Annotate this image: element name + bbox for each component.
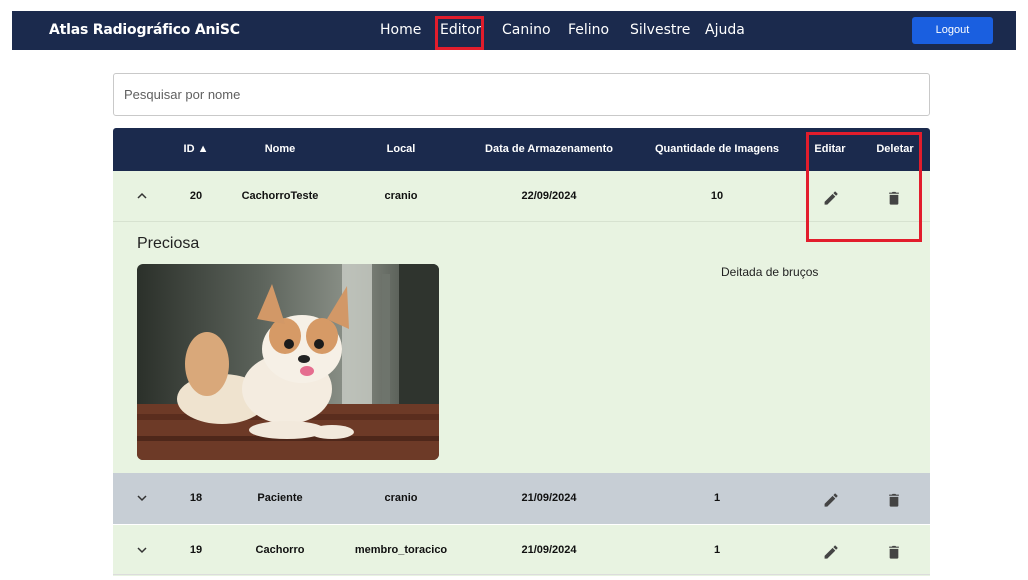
cell-data: 22/09/2024 [521,190,577,202]
cell-local: cranio [384,190,418,202]
cell-quantidade: 1 [713,492,721,504]
cell-data: 21/09/2024 [521,544,577,556]
table-row: 19 Cachorro membro_toracico 21/09/2024 1 [113,525,930,576]
actions-highlight-box [806,132,922,242]
pencil-icon[interactable] [817,486,843,512]
row-detail-panel: Preciosa Deitada de bruços [113,222,930,473]
header-data[interactable]: Data de Armazenamento [473,128,625,171]
trash-icon[interactable] [881,486,907,512]
table-row: 18 Paciente cranio 21/09/2024 1 [113,473,930,524]
cell-data: 21/09/2024 [521,492,577,504]
cell-quantidade: 10 [710,190,724,202]
logout-button[interactable]: Logout [912,17,993,44]
chevron-down-icon[interactable] [127,473,157,524]
cell-id: 19 [189,544,203,556]
cell-id: 20 [189,190,203,202]
header-local[interactable]: Local [343,128,459,171]
top-navbar: Atlas Radiográfico AniSC Home Editor Can… [12,11,1016,50]
nav-link-ajuda[interactable]: Ajuda [705,11,745,50]
nav-link-felino[interactable]: Felino [568,11,609,50]
cell-nome: Cachorro [255,544,305,556]
detail-title: Preciosa [137,235,200,252]
trash-icon[interactable] [881,538,907,564]
cell-nome: Paciente [257,492,303,504]
editor-highlight-box [435,16,484,50]
chevron-down-icon[interactable] [127,525,157,576]
header-id[interactable]: ID ▲ [173,128,219,171]
search-box [113,73,930,116]
nav-link-silvestre[interactable]: Silvestre [630,11,690,50]
page: Atlas Radiográfico AniSC Home Editor Can… [0,0,1028,580]
header-quantidade[interactable]: Quantidade de Imagens [638,128,796,171]
detail-description: Deitada de bruços [721,265,819,279]
cell-quantidade: 1 [713,544,721,556]
table-bottom-divider [113,574,930,575]
nav-link-canino[interactable]: Canino [502,11,551,50]
search-input[interactable] [115,75,928,114]
brand-title[interactable]: Atlas Radiográfico AniSC [49,11,240,50]
pencil-icon[interactable] [817,538,843,564]
cell-id: 18 [189,492,203,504]
header-nome[interactable]: Nome [233,128,327,171]
nav-link-home[interactable]: Home [380,11,421,50]
cell-nome: CachorroTeste [241,190,319,202]
cell-local: membro_toracico [354,544,448,556]
cell-local: cranio [384,492,418,504]
chevron-up-icon[interactable] [127,171,157,222]
dog-photo[interactable] [137,264,439,460]
